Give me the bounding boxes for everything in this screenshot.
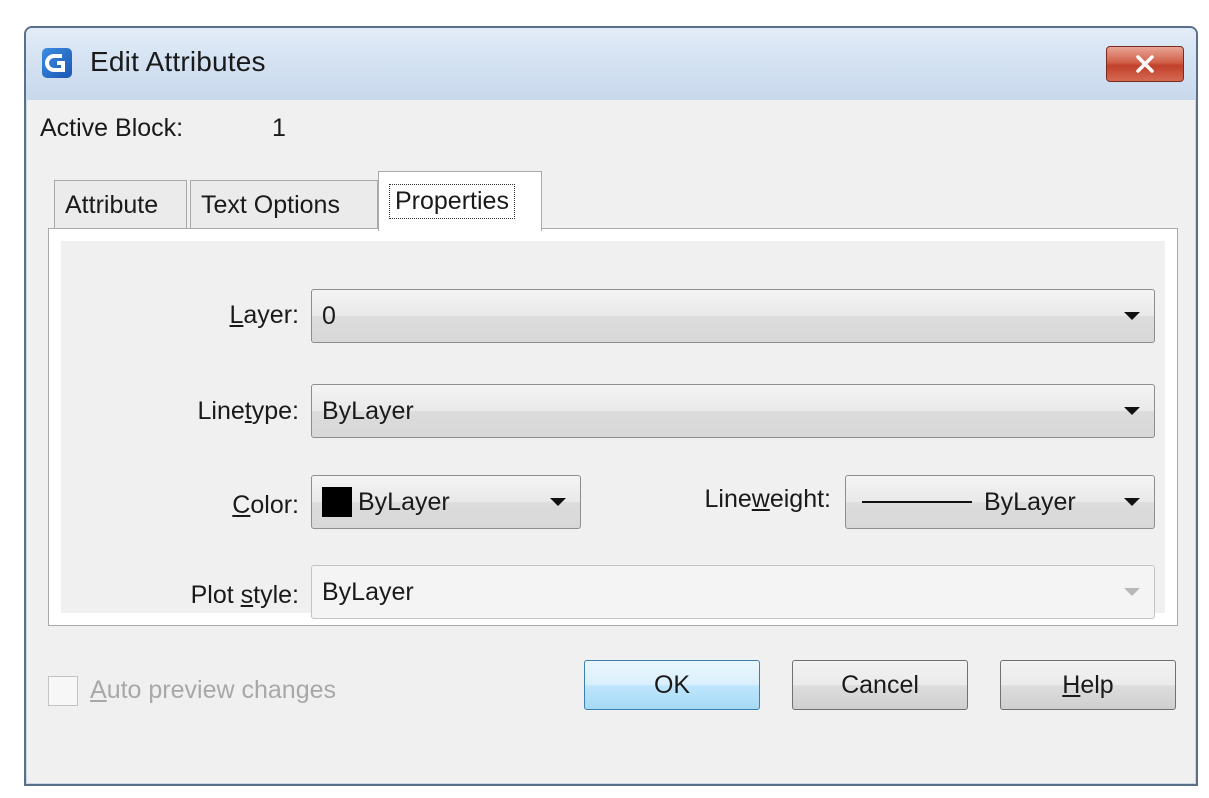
edit-attributes-dialog: Edit Attributes Active Block: 1 Attribut… (24, 26, 1198, 786)
lineweight-value: ByLayer (984, 487, 1076, 516)
color-swatch (322, 487, 352, 517)
tab-attribute-label: Attribute (65, 191, 159, 219)
linetype-select[interactable]: ByLayer (311, 384, 1155, 438)
properties-panel-body: Layer: 0 Linetype: ByLayer Color: ByLaye… (61, 241, 1165, 619)
chevron-down-icon (1124, 312, 1140, 320)
title-bar[interactable]: Edit Attributes (26, 28, 1196, 100)
lineweight-line-sample (862, 501, 972, 503)
help-button-label: Help (1062, 670, 1114, 699)
chevron-down-icon (550, 498, 566, 506)
auto-preview-checkbox[interactable] (48, 676, 78, 706)
plot-style-select[interactable]: ByLayer (311, 565, 1155, 619)
plot-style-value: ByLayer (322, 577, 414, 606)
linetype-label: Linetype: (197, 397, 299, 425)
lineweight-label: Lineweight: (704, 485, 832, 513)
tab-attribute[interactable]: Attribute (54, 180, 187, 230)
tab-text-options-label: Text Options (201, 191, 340, 219)
chevron-down-icon (1124, 498, 1140, 506)
help-button[interactable]: Help (1000, 660, 1176, 710)
ok-button-label: OK (653, 670, 691, 699)
chevron-down-icon (1124, 588, 1140, 596)
lineweight-select[interactable]: ByLayer (845, 475, 1155, 529)
chevron-down-icon (1124, 407, 1140, 415)
cancel-button-label: Cancel (841, 670, 919, 699)
dialog-title: Edit Attributes (90, 46, 266, 77)
auto-preview-label: Auto preview changes (90, 676, 336, 704)
layer-value: 0 (322, 301, 336, 330)
color-select[interactable]: ByLayer (311, 475, 581, 529)
properties-panel: Layer: 0 Linetype: ByLayer Color: ByLaye… (48, 228, 1178, 626)
active-block-value: 1 (272, 114, 286, 142)
plot-style-label: Plot style: (190, 581, 299, 609)
close-button[interactable] (1106, 46, 1184, 82)
active-block-label: Active Block: (40, 114, 184, 142)
cancel-button[interactable]: Cancel (792, 660, 968, 710)
linetype-value: ByLayer (322, 396, 414, 425)
layer-label: Layer: (229, 301, 300, 329)
tab-properties-label: Properties (389, 184, 515, 219)
app-logo-icon (42, 48, 72, 78)
close-icon (1136, 55, 1154, 73)
color-label: Color: (232, 491, 299, 519)
tab-text-options[interactable]: Text Options (190, 180, 378, 230)
tab-properties[interactable]: Properties (378, 171, 542, 231)
color-value: ByLayer (358, 487, 450, 516)
layer-select[interactable]: 0 (311, 289, 1155, 343)
ok-button[interactable]: OK (584, 660, 760, 710)
